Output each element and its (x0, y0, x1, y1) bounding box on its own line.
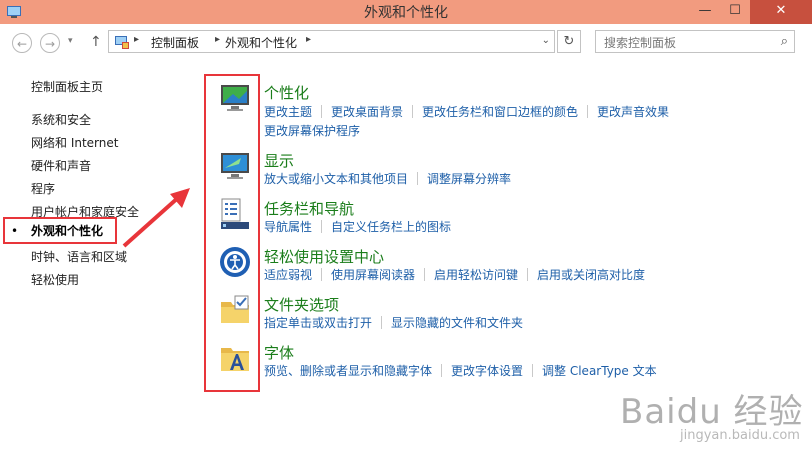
task-link-resize-text[interactable]: 放大或缩小文本和其他项目 (264, 172, 408, 186)
task-link-change-sounds[interactable]: 更改声音效果 (597, 105, 669, 119)
current-item-bullet: • (11, 224, 19, 238)
breadcrumb-separator[interactable]: ▸ (215, 34, 220, 45)
task-link-easy-access-keys[interactable]: 启用轻松访问键 (434, 268, 518, 282)
task-link-preview-fonts[interactable]: 预览、删除或者显示和隐藏字体 (264, 364, 432, 378)
link-row: 更改屏幕保护程序 (264, 122, 360, 139)
refresh-button[interactable]: ↻ (557, 30, 581, 53)
task-link-change-background[interactable]: 更改桌面背景 (331, 105, 403, 119)
personalization-icon[interactable] (219, 82, 251, 114)
watermark-url: jingyan.baidu.com (680, 428, 800, 443)
task-link-hidden-files[interactable]: 显示隐藏的文件和文件夹 (391, 316, 523, 330)
breadcrumb-separator[interactable]: ▸ (306, 34, 311, 45)
up-button[interactable]: ↑ (90, 34, 102, 50)
task-link-high-contrast[interactable]: 启用或关闭高对比度 (537, 268, 645, 282)
search-icon[interactable]: ⌕ (781, 34, 788, 49)
category-title-taskbar[interactable]: 任务栏和导航 (264, 198, 354, 219)
minimize-button[interactable]: — (690, 0, 720, 24)
display-icon[interactable] (219, 150, 251, 182)
navigation-bar: ← → ▾ ↑ ▸ 控制面板 ▸ 外观和个性化 ▸ ⌄ ↻ ⌕ (0, 24, 812, 64)
category-title-fonts[interactable]: 字体 (264, 342, 294, 363)
link-row: 指定单击或双击打开 显示隐藏的文件和文件夹 (264, 314, 523, 331)
link-divider (441, 364, 443, 377)
fonts-icon[interactable] (219, 342, 251, 374)
task-link-screen-reader[interactable]: 使用屏幕阅读器 (331, 268, 415, 282)
link-row: 预览、删除或者显示和隐藏字体 更改字体设置 调整 ClearType 文本 (264, 362, 657, 379)
link-divider (321, 105, 323, 118)
taskbar-icon[interactable] (219, 198, 251, 230)
recent-pages-dropdown[interactable]: ▾ (68, 36, 73, 46)
category-title-personalization[interactable]: 个性化 (264, 82, 309, 103)
task-link-low-vision[interactable]: 适应弱视 (264, 268, 312, 282)
link-divider (424, 268, 426, 281)
sidebar-item-system-security[interactable]: 系统和安全 (31, 111, 91, 128)
annotation-arrow (122, 188, 190, 248)
category-title-ease-of-access[interactable]: 轻松使用设置中心 (264, 246, 384, 267)
task-link-resolution[interactable]: 调整屏幕分辨率 (427, 172, 511, 186)
breadcrumb-control-panel[interactable]: 控制面板 (151, 34, 199, 51)
breadcrumb-appearance[interactable]: 外观和个性化 (225, 34, 297, 51)
sidebar-item-clock-language[interactable]: 时钟、语言和区域 (31, 248, 127, 265)
link-row: 导航属性 自定义任务栏上的图标 (264, 218, 451, 235)
category-title-display[interactable]: 显示 (264, 150, 294, 171)
link-divider (412, 105, 414, 118)
link-divider (321, 268, 323, 281)
link-row: 适应弱视 使用屏幕阅读器 启用轻松访问键 启用或关闭高对比度 (264, 266, 645, 283)
task-link-change-colors[interactable]: 更改任务栏和窗口边框的颜色 (422, 105, 578, 119)
link-divider (321, 220, 323, 233)
sidebar-item-network[interactable]: 网络和 Internet (31, 134, 118, 151)
task-link-change-theme[interactable]: 更改主题 (264, 105, 312, 119)
link-divider (381, 316, 383, 329)
category-title-folder-options[interactable]: 文件夹选项 (264, 294, 339, 315)
sidebar-item-ease-of-access[interactable]: 轻松使用 (31, 271, 79, 288)
address-dropdown-icon[interactable]: ⌄ (542, 35, 550, 46)
folder-options-icon[interactable] (219, 294, 251, 326)
control-panel-icon (115, 36, 129, 49)
link-divider (527, 268, 529, 281)
breadcrumb-separator[interactable]: ▸ (134, 34, 139, 45)
baidu-watermark: Baidu 经验 (620, 392, 804, 432)
forward-button[interactable]: → (40, 33, 60, 53)
link-row: 更改主题 更改桌面背景 更改任务栏和窗口边框的颜色 更改声音效果 (264, 103, 669, 120)
search-input[interactable] (596, 31, 776, 54)
link-divider (417, 172, 419, 185)
task-link-cleartype[interactable]: 调整 ClearType 文本 (542, 364, 657, 378)
sidebar-item-hardware-sound[interactable]: 硬件和声音 (31, 157, 91, 174)
sidebar-home-link[interactable]: 控制面板主页 (31, 78, 103, 95)
title-bar: 外观和个性化 — ☐ ✕ (0, 0, 812, 24)
link-divider (532, 364, 534, 377)
task-link-font-settings[interactable]: 更改字体设置 (451, 364, 523, 378)
search-box[interactable]: ⌕ (595, 30, 795, 54)
task-link-navigation-properties[interactable]: 导航属性 (264, 220, 312, 234)
maximize-button[interactable]: ☐ (720, 0, 750, 24)
sidebar-item-appearance: 外观和个性化 (31, 224, 104, 238)
link-divider (587, 105, 589, 118)
task-link-screen-saver[interactable]: 更改屏幕保护程序 (264, 124, 360, 138)
ease-of-access-icon[interactable] (219, 246, 251, 278)
link-row: 放大或缩小文本和其他项目 调整屏幕分辨率 (264, 170, 511, 187)
close-button[interactable]: ✕ (750, 0, 812, 24)
address-bar[interactable]: ▸ 控制面板 ▸ 外观和个性化 ▸ ⌄ (108, 30, 555, 53)
task-link-customize-taskbar-icons[interactable]: 自定义任务栏上的图标 (331, 220, 451, 234)
back-button[interactable]: ← (12, 33, 32, 53)
task-link-click-mode[interactable]: 指定单击或双击打开 (264, 316, 372, 330)
sidebar-item-programs[interactable]: 程序 (31, 180, 55, 197)
